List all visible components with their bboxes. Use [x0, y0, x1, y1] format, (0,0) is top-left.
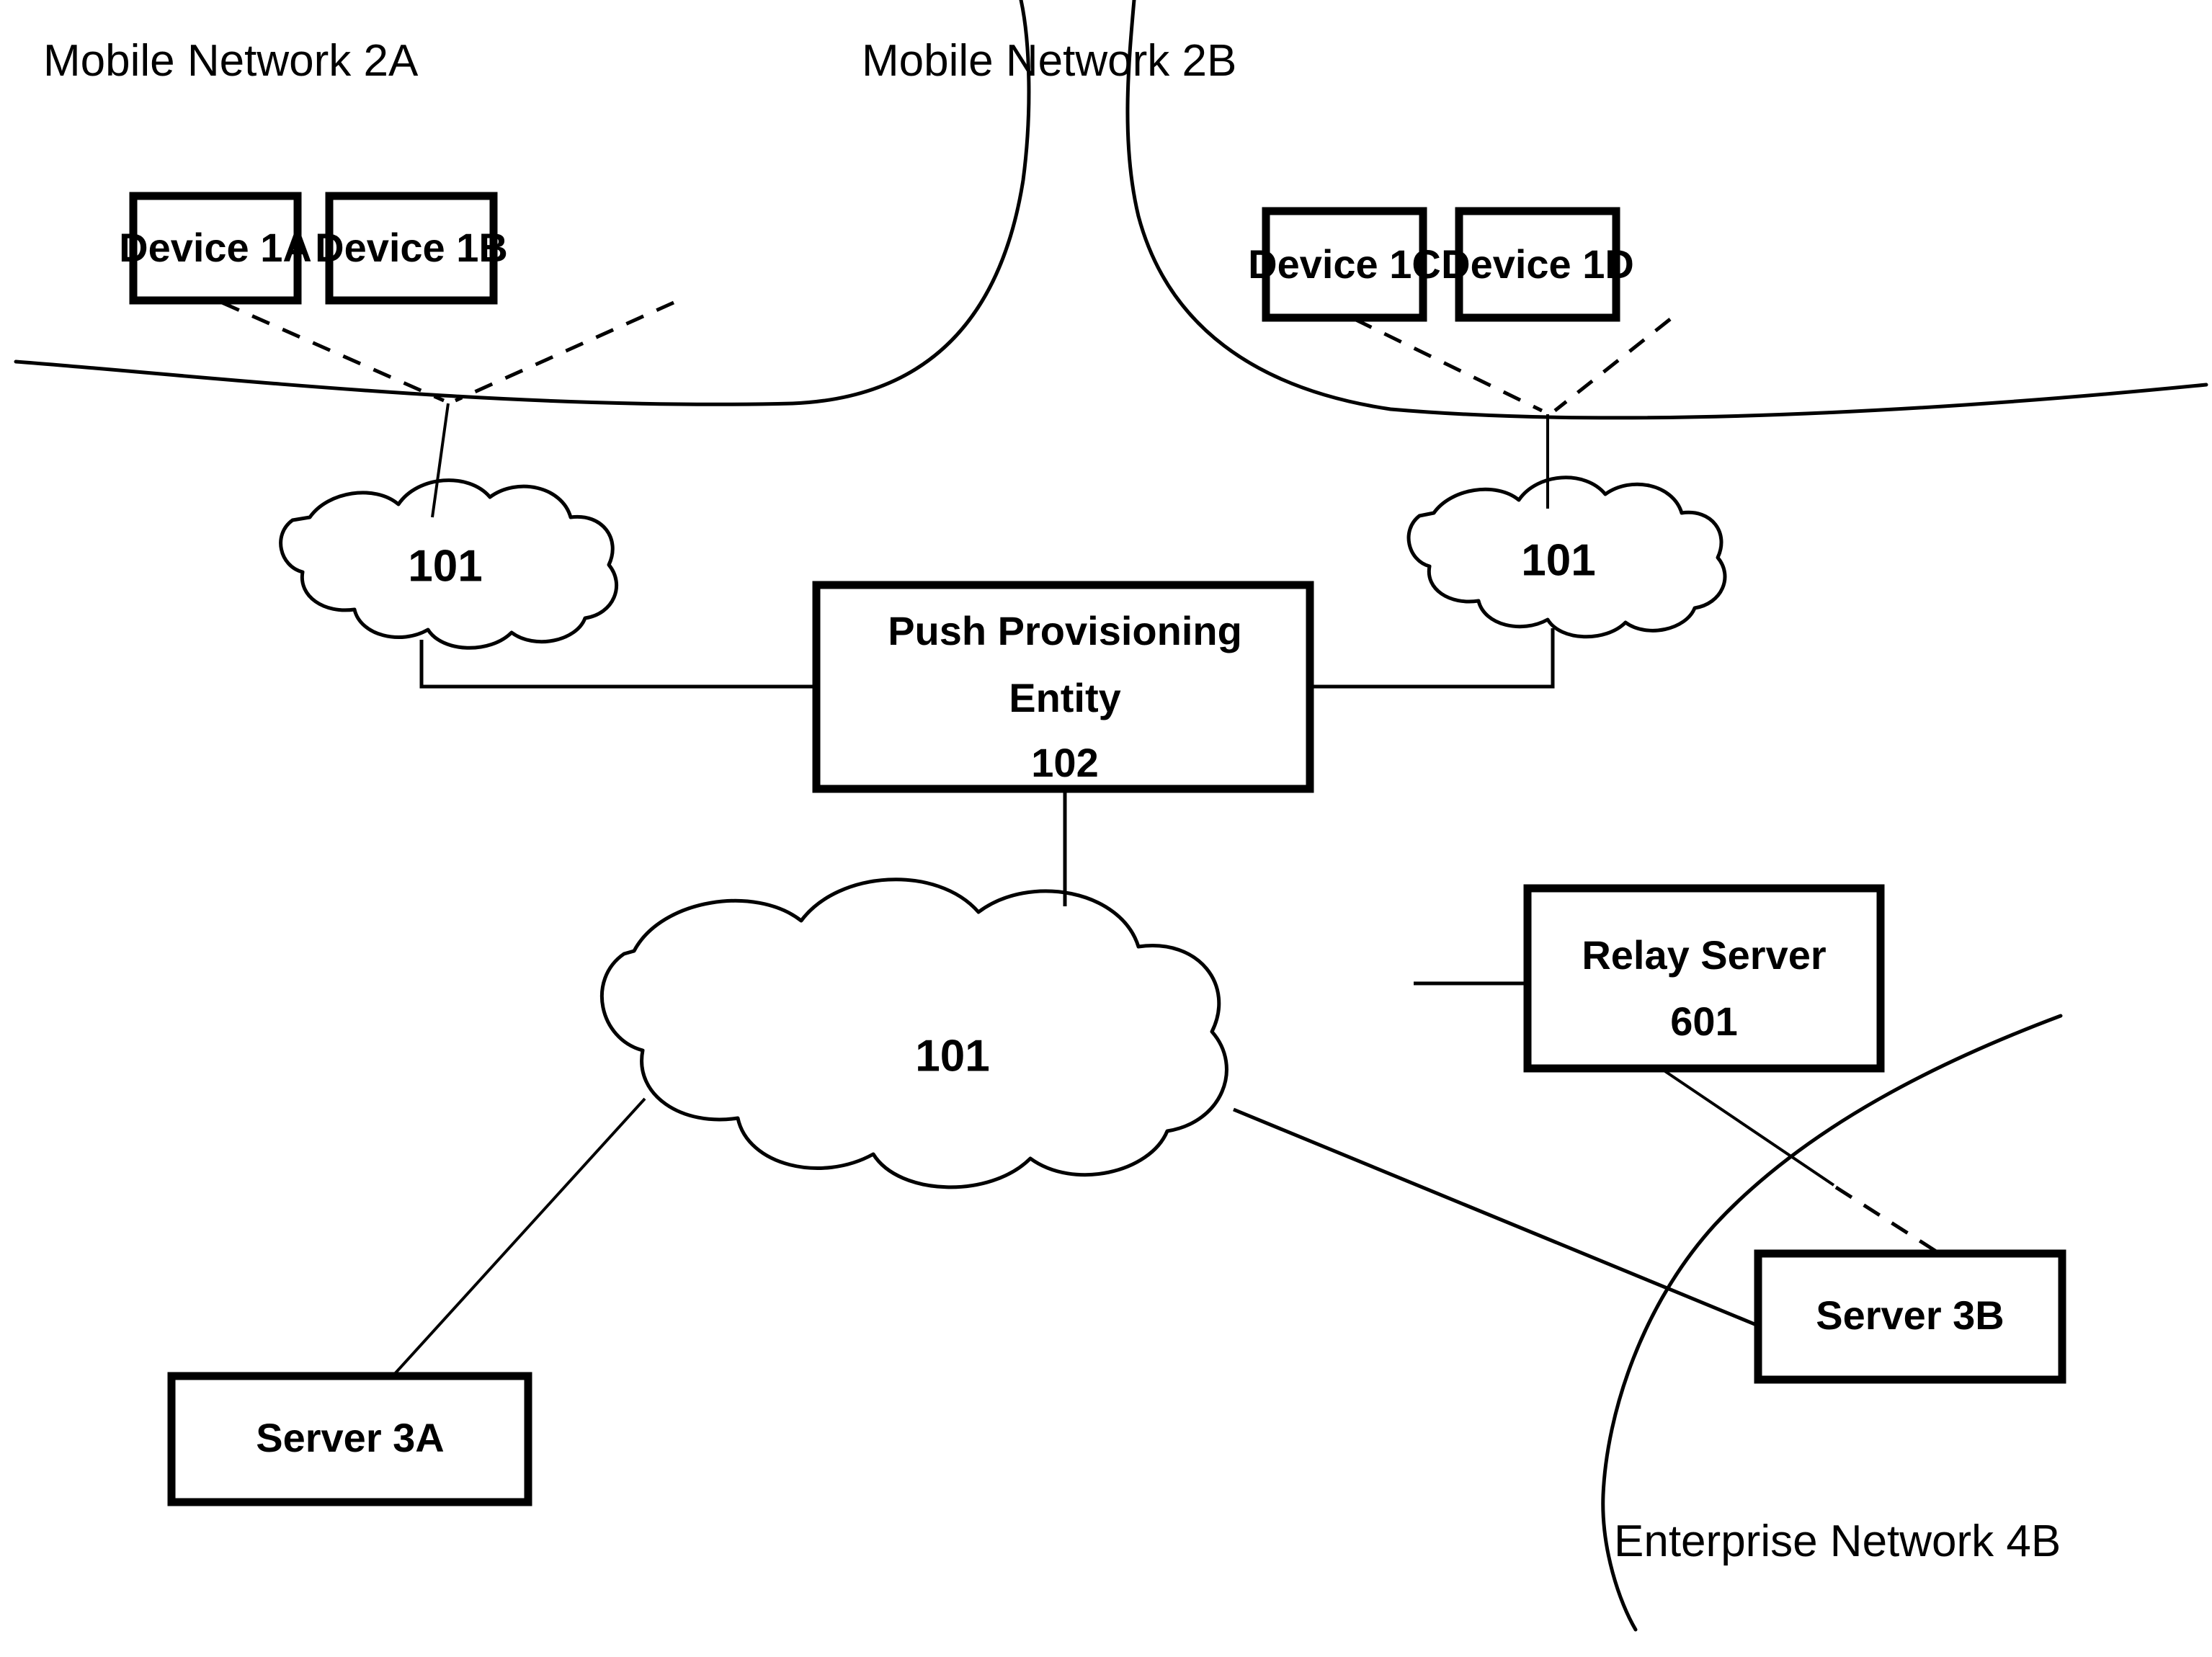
cloud-label-center: 101 — [915, 1031, 989, 1081]
network-diagram: 101 101 101 Device 1A Device 1B Device 1… — [0, 0, 2212, 1657]
link-device-1b-to-network-2a — [454, 300, 675, 403]
link-relay-server-to-server-3b — [1834, 1185, 1941, 1256]
node-label-ppe-line2: Entity — [1009, 675, 1121, 720]
link-device-1c-to-network-2b — [1353, 317, 1543, 413]
link-relay-server-to-boundary — [1659, 1067, 1835, 1187]
cloud-label-right: 101 — [1521, 535, 1595, 585]
node-push-provisioning-entity[interactable]: Push Provisioning Entity 102 — [812, 581, 1314, 793]
label-enterprise-network-4b: Enterprise Network 4B — [1614, 1517, 2061, 1566]
cloud-right-101: 101 — [1406, 475, 1727, 639]
diagram-canvas: 101 101 101 Device 1A Device 1B Device 1… — [14, 0, 2208, 1632]
label-mobile-network-2a: Mobile Network 2A — [43, 36, 419, 86]
node-label-server-3b: Server 3B — [1816, 1292, 2004, 1338]
node-label-device-1c: Device 1C — [1248, 241, 1441, 287]
node-server-3b[interactable]: Server 3B — [1754, 1249, 2066, 1384]
node-device-1d[interactable]: Device 1D — [1441, 207, 1634, 322]
cloud-label-left: 101 — [408, 541, 482, 591]
node-label-device-1a: Device 1A — [119, 225, 312, 270]
node-label-ppe-line3: 102 — [1031, 740, 1098, 785]
node-device-1a[interactable]: Device 1A — [119, 192, 312, 305]
link-cloud-center-to-server-3a — [391, 1097, 646, 1377]
node-device-1b[interactable]: Device 1B — [315, 192, 508, 305]
cloud-icon — [599, 877, 1228, 1189]
node-label-relay-server-line2: 601 — [1670, 999, 1737, 1044]
cloud-left-101: 101 — [279, 478, 618, 650]
node-label-relay-server-line1: Relay Server — [1582, 932, 1826, 978]
node-label-device-1d: Device 1D — [1441, 241, 1634, 287]
node-device-1c[interactable]: Device 1C — [1248, 207, 1441, 322]
node-label-server-3a: Server 3A — [256, 1415, 445, 1460]
link-device-1a-to-network-2a — [220, 300, 445, 403]
link-cloud-right-to-ppe — [1310, 628, 1555, 689]
node-label-ppe-line1: Push Provisioning — [888, 608, 1242, 653]
node-relay-server[interactable]: Relay Server 601 — [1523, 884, 1885, 1073]
label-mobile-network-2b: Mobile Network 2B — [862, 36, 1236, 86]
link-cloud-center-to-server-3b — [1233, 1107, 1759, 1328]
node-server-3a[interactable]: Server 3A — [167, 1372, 532, 1506]
cloud-center-101: 101 — [599, 877, 1228, 1189]
node-label-device-1b: Device 1B — [315, 225, 508, 270]
link-device-1d-to-network-2b — [1553, 318, 1672, 412]
